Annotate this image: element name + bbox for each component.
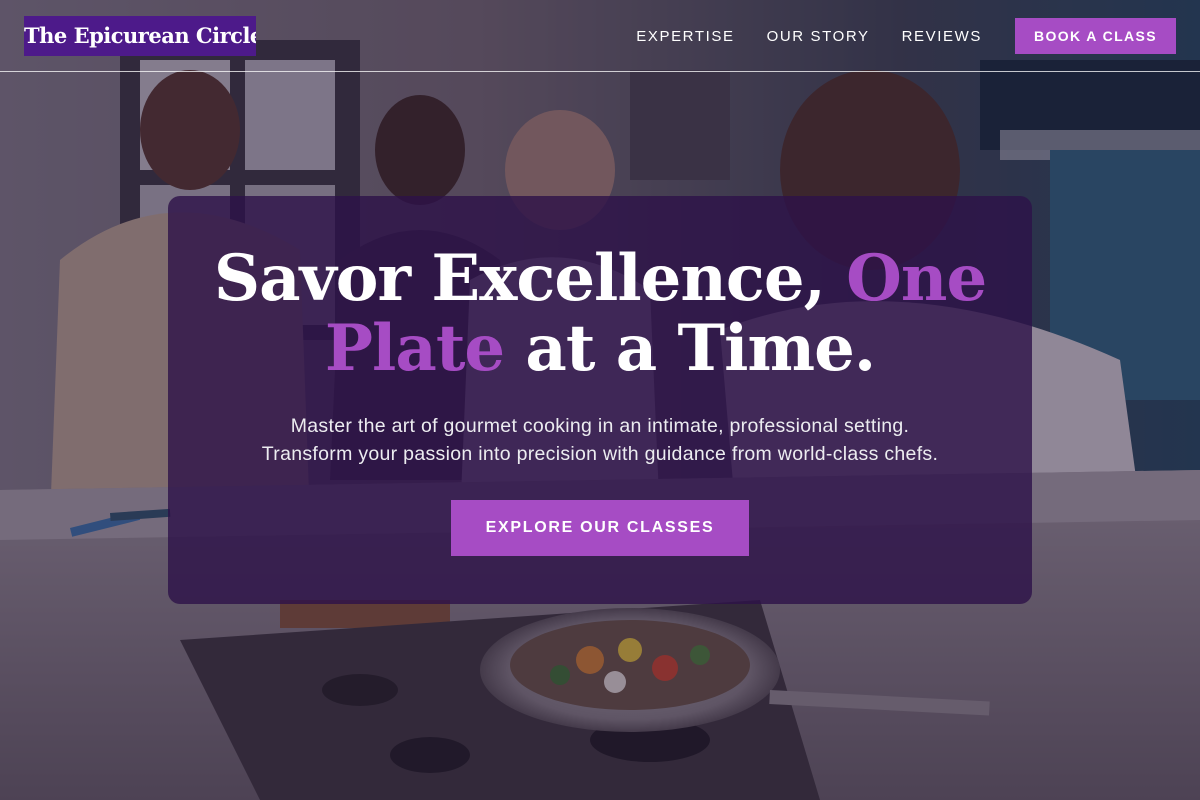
- nav-link-expertise[interactable]: EXPERTISE: [636, 28, 734, 45]
- hero-title-part1: Savor Excellence,: [213, 241, 847, 316]
- nav-link-reviews[interactable]: REVIEWS: [902, 28, 982, 45]
- brand-logo[interactable]: The Epicurean Circle: [24, 16, 256, 56]
- nav-links: EXPERTISE OUR STORY REVIEWS: [636, 0, 982, 72]
- hero-title-part2: at a Time.: [504, 311, 876, 386]
- top-navbar: The Epicurean Circle EXPERTISE OUR STORY…: [0, 0, 1200, 72]
- hero-subtitle-line2: Transform your passion into precision wi…: [261, 443, 939, 465]
- hero-subtitle: Master the art of gourmet cooking in an …: [168, 412, 1032, 468]
- hero-subtitle-line1: Master the art of gourmet cooking in an …: [290, 415, 910, 437]
- explore-classes-button[interactable]: EXPLORE OUR CLASSES: [451, 500, 749, 556]
- hero-card: Savor Excellence, One Plate at a Time. M…: [168, 196, 1032, 604]
- nav-link-our-story[interactable]: OUR STORY: [767, 28, 870, 45]
- book-a-class-button[interactable]: BOOK A CLASS: [1015, 18, 1176, 54]
- hero-title: Savor Excellence, One Plate at a Time.: [168, 244, 1032, 384]
